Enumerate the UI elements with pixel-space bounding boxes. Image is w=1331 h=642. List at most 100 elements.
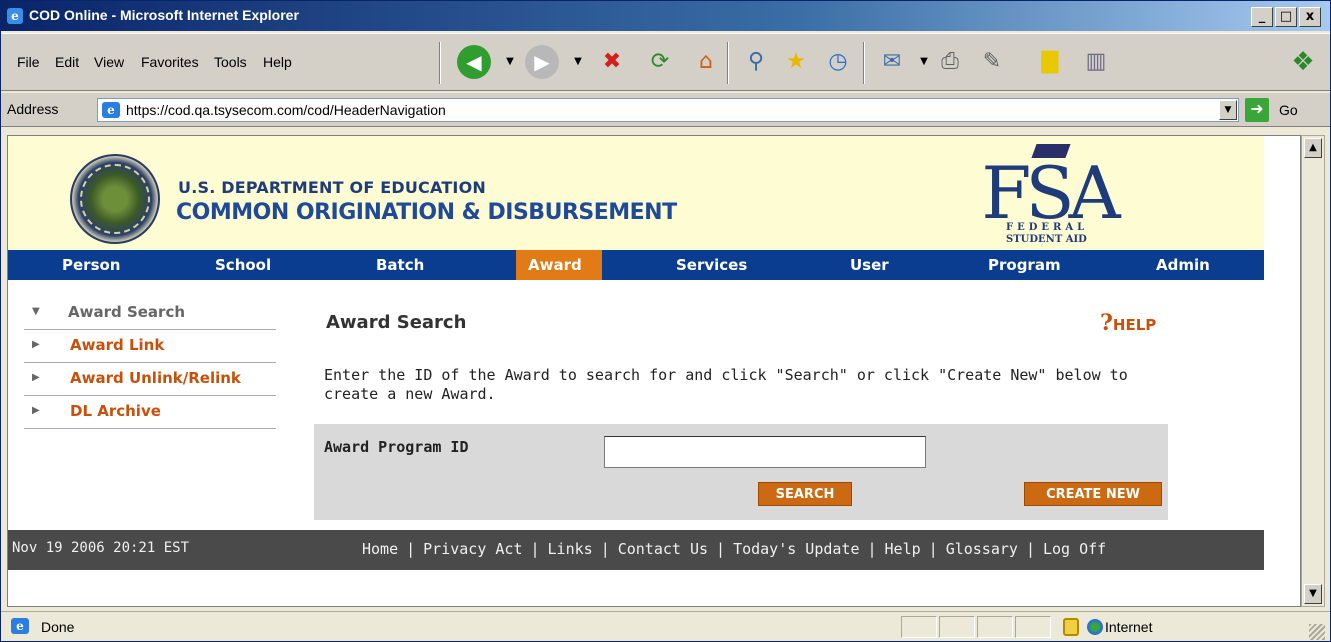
status-text: Done xyxy=(41,619,75,635)
search-button[interactable]: SEARCH xyxy=(758,482,852,506)
system-name: COMMON ORIGINATION & DISBURSEMENT xyxy=(176,200,677,225)
fsa-federal: FEDERAL xyxy=(1006,222,1089,233)
toolbar-separator xyxy=(439,42,441,84)
forward-arrow-glyph: ▶ xyxy=(534,50,550,74)
go-arrow-icon: ➜ xyxy=(1245,98,1269,122)
footer-separator: | xyxy=(867,540,877,558)
forward-dropdown-icon[interactable]: ▼ xyxy=(563,47,593,77)
sidebar-item-award-unlink-relink[interactable]: ▶ Award Unlink/Relink xyxy=(24,364,276,396)
search-icon[interactable]: ⚲ xyxy=(741,47,771,77)
main-nav: Person School Batch Award Services User … xyxy=(8,250,1264,280)
sidebar-item-award-link[interactable]: ▶ Award Link xyxy=(24,331,276,363)
footer-link-privacy-act[interactable]: Privacy Act xyxy=(423,540,522,558)
create-new-button[interactable]: CREATE NEW xyxy=(1024,482,1162,506)
toolbar-separator xyxy=(863,42,865,84)
nav-user[interactable]: User xyxy=(850,256,889,274)
footer-link-links[interactable]: Links xyxy=(548,540,593,558)
nav-award[interactable]: Award xyxy=(528,256,582,274)
sidebar-item-label: Award Search xyxy=(68,303,186,321)
footer-datetime: Nov 19 2006 20:21 EST xyxy=(12,540,190,556)
resize-grip-icon[interactable] xyxy=(1309,624,1325,640)
collapsed-triangle-icon: ▶ xyxy=(32,339,40,350)
back-arrow-glyph: ◀ xyxy=(466,50,482,74)
maximize-button[interactable]: □ xyxy=(1275,7,1297,27)
refresh-icon[interactable]: ⟳ xyxy=(645,47,675,77)
page-icon: e xyxy=(102,102,120,118)
go-label: Go xyxy=(1279,102,1298,118)
vertical-scrollbar[interactable]: ▲ ▼ xyxy=(1301,135,1325,607)
menu-toolbar: File Edit View Favorites Tools Help ◀ ▼ … xyxy=(1,33,1330,91)
footer-link-glossary[interactable]: Glossary xyxy=(946,540,1018,558)
sidebar-item-label: Award Unlink/Relink xyxy=(70,369,241,387)
footer-separator: | xyxy=(716,540,726,558)
menu-tools[interactable]: Tools xyxy=(214,54,247,70)
page-viewport: U.S. DEPARTMENT OF EDUCATION COMMON ORIG… xyxy=(7,135,1301,607)
nav-school[interactable]: School xyxy=(215,256,271,274)
nav-services[interactable]: Services xyxy=(676,256,747,274)
mail-icon[interactable]: ✉ xyxy=(877,47,907,77)
go-button[interactable]: ➜ Go xyxy=(1245,98,1325,122)
ie-app-icon: e xyxy=(7,8,23,24)
footer-separator: | xyxy=(928,540,938,558)
stop-icon[interactable]: ✖ xyxy=(597,47,627,77)
close-button[interactable]: x xyxy=(1299,7,1321,27)
footer-link-todays-update[interactable]: Today's Update xyxy=(733,540,859,558)
fsa-letters: FSA xyxy=(981,151,1120,235)
seal-ring xyxy=(80,164,150,234)
nav-admin[interactable]: Admin xyxy=(1156,256,1210,274)
browser-window: e COD Online - Microsoft Internet Explor… xyxy=(0,0,1331,642)
minimize-button[interactable]: _ xyxy=(1251,7,1273,27)
history-icon[interactable]: ◷ xyxy=(823,47,853,77)
sidebar-item-dl-archive[interactable]: ▶ DL Archive xyxy=(24,397,276,429)
address-bar: Address e https://cod.qa.tsysecom.com/co… xyxy=(1,93,1330,127)
scroll-up-icon[interactable]: ▲ xyxy=(1304,138,1322,158)
footer-link-contact-us[interactable]: Contact Us xyxy=(618,540,708,558)
research-icon[interactable]: ▥ xyxy=(1081,47,1111,77)
status-pane xyxy=(901,616,937,638)
award-program-id-label: Award Program ID xyxy=(324,438,469,456)
footer-separator: | xyxy=(600,540,610,558)
menu-file[interactable]: File xyxy=(17,54,40,70)
footer-link-home[interactable]: Home xyxy=(362,540,398,558)
sidebar-item-award-search[interactable]: ▼ Award Search xyxy=(24,298,276,330)
menu-edit[interactable]: Edit xyxy=(55,54,79,70)
footer-link-help[interactable]: Help xyxy=(885,540,921,558)
address-input[interactable]: e https://cod.qa.tsysecom.com/cod/Header… xyxy=(97,98,1239,122)
footer-separator: | xyxy=(530,540,540,558)
discuss-icon[interactable]: ▇ xyxy=(1035,47,1065,77)
nav-person[interactable]: Person xyxy=(62,256,120,274)
address-label: Address xyxy=(7,101,59,117)
lock-icon xyxy=(1063,618,1079,636)
award-program-id-input[interactable] xyxy=(604,436,926,468)
footer-links: Home | Privacy Act | Links | Contact Us | Today'… xyxy=(362,540,1106,558)
menu-favorites[interactable]: Favorites xyxy=(141,54,199,70)
collapsed-triangle-icon: ▶ xyxy=(32,372,40,383)
title-bar[interactable]: e COD Online - Microsoft Internet Explor… xyxy=(1,1,1330,31)
nav-batch[interactable]: Batch xyxy=(376,256,424,274)
favorites-icon[interactable]: ★ xyxy=(781,47,811,77)
footer-separator: | xyxy=(406,540,416,558)
scroll-down-icon[interactable]: ▼ xyxy=(1304,584,1322,604)
sidebar-item-label: Award Link xyxy=(70,336,165,354)
menu-view[interactable]: View xyxy=(94,54,124,70)
menu-help[interactable]: Help xyxy=(263,54,292,70)
page-footer: Nov 19 2006 20:21 EST Home | Privacy Act | L… xyxy=(8,530,1264,570)
help-link[interactable]: ?HELP xyxy=(1100,310,1156,336)
toolbar-separator xyxy=(727,42,729,84)
window-title: COD Online - Microsoft Internet Explorer xyxy=(29,7,299,23)
edit-icon[interactable]: ✎ xyxy=(977,47,1007,77)
address-dropdown-icon[interactable]: ▼ xyxy=(1219,100,1237,120)
fsa-student-aid: STUDENT AID xyxy=(1006,234,1087,245)
page-status-icon: e xyxy=(11,618,29,634)
address-url[interactable]: https://cod.qa.tsysecom.com/cod/HeaderNa… xyxy=(126,102,446,118)
department-seal xyxy=(70,154,160,244)
footer-link-log-off[interactable]: Log Off xyxy=(1043,540,1106,558)
home-icon[interactable]: ⌂ xyxy=(691,47,721,77)
print-icon[interactable]: ⎙ xyxy=(935,47,965,77)
nav-program[interactable]: Program xyxy=(988,256,1061,274)
windows-logo-icon: ❖ xyxy=(1291,47,1315,77)
status-pane xyxy=(1015,616,1051,638)
back-dropdown-icon[interactable]: ▼ xyxy=(495,47,525,77)
help-icon: ? xyxy=(1100,310,1113,336)
internet-zone-icon xyxy=(1087,619,1103,635)
